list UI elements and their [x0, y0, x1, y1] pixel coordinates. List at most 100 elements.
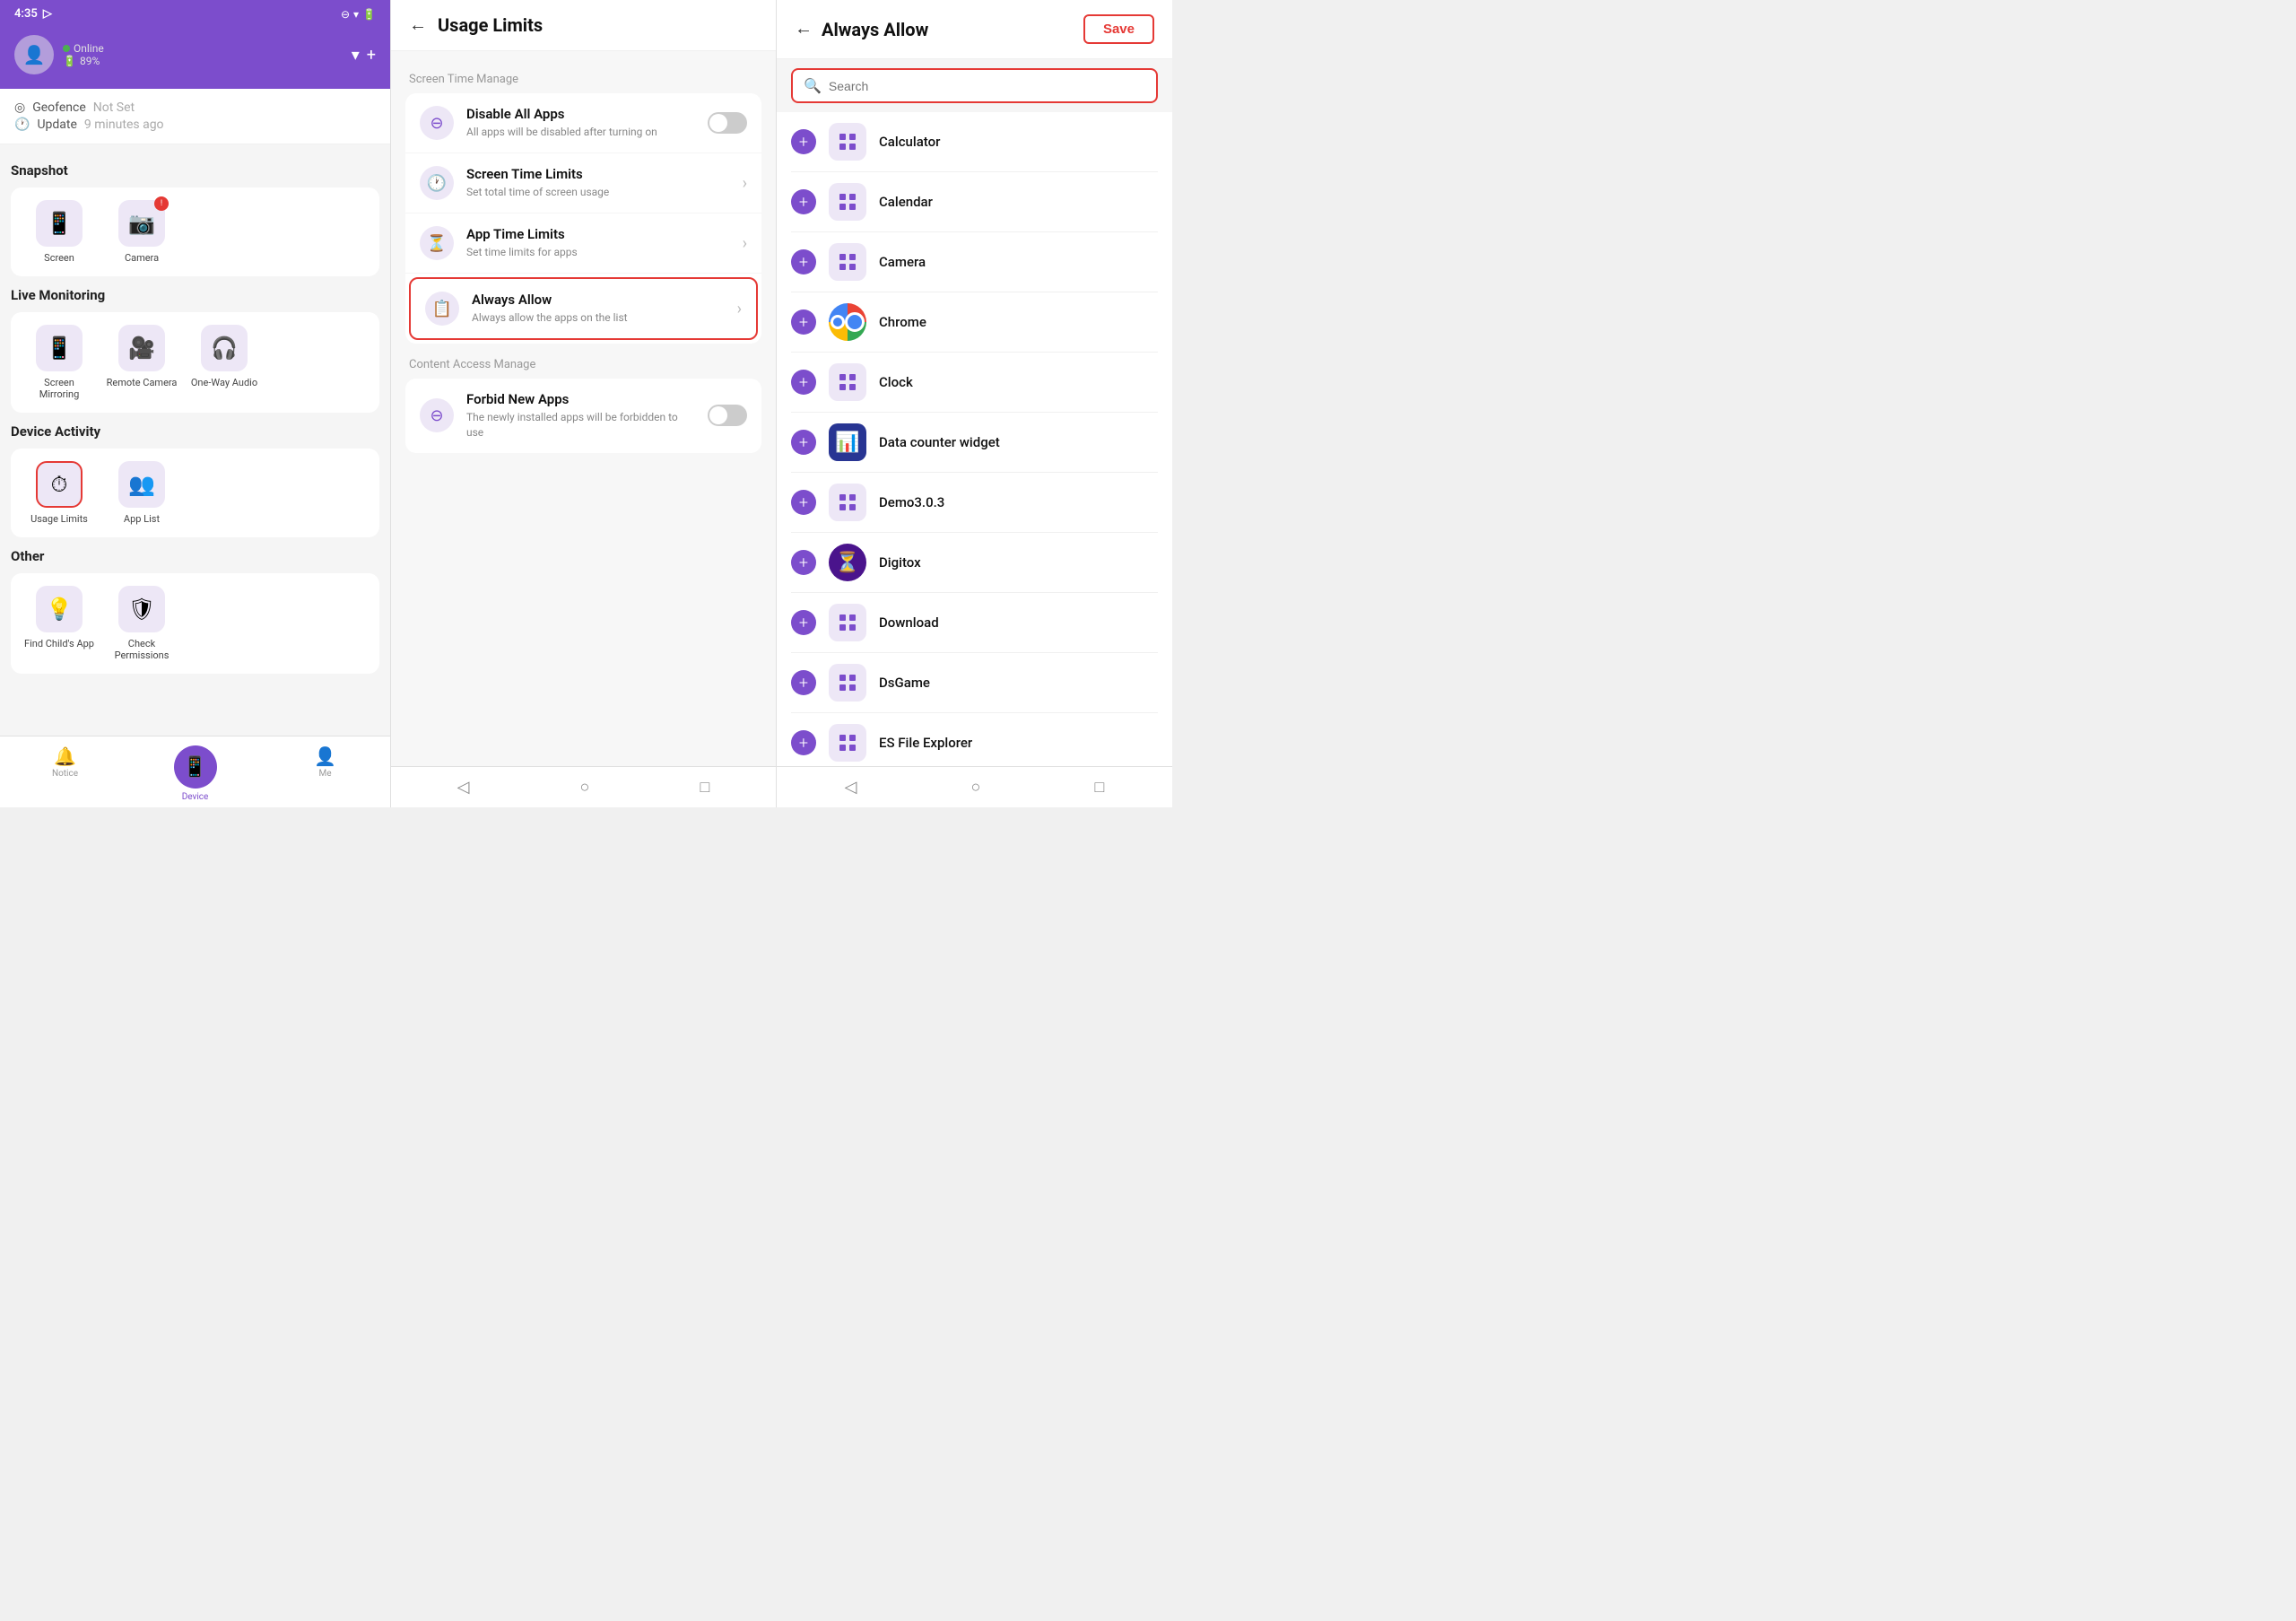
disable-all-icon: ⊖ [420, 106, 454, 140]
nav-notice[interactable]: 🔔 Notice [0, 745, 130, 802]
other-grid: 💡 Find Child's App 🛡 Check Permissions [23, 586, 367, 661]
app-list-item[interactable]: 👥 App List [106, 461, 178, 525]
app-item[interactable]: +Download [791, 593, 1158, 653]
screen-time-icon: 🕐 [420, 166, 454, 200]
middle-back-nav[interactable]: ◁ [457, 778, 470, 797]
always-allow-back-button[interactable]: ← [795, 19, 813, 39]
snapshot-card: 📱 Screen 📷 ! Camera [11, 187, 379, 276]
device-info-bar: ◎ Geofence Not Set 🕐 Update 9 minutes ag… [0, 89, 390, 144]
user-bar-actions[interactable]: ▾ + [352, 46, 376, 65]
add-app-button[interactable]: + [791, 309, 816, 335]
app-name-label: DsGame [879, 675, 930, 691]
search-input[interactable] [829, 79, 1145, 93]
middle-home-nav[interactable]: ○ [580, 778, 590, 797]
app-name-label: Digitox [879, 554, 921, 571]
camera-badge: ! [154, 196, 169, 211]
add-icon[interactable]: + [367, 46, 376, 65]
screen-time-desc: Set total time of screen usage [466, 185, 730, 200]
app-icon [829, 664, 866, 702]
forbid-toggle[interactable] [708, 405, 747, 426]
app-name-label: ES File Explorer [879, 735, 972, 751]
disable-all-toggle[interactable] [708, 112, 747, 134]
screen-time-limits-item[interactable]: 🕐 Screen Time Limits Set total time of s… [405, 153, 761, 214]
app-icon [829, 724, 866, 762]
app-icon [829, 303, 866, 341]
usage-limits-title: Usage Limits [438, 14, 543, 36]
app-item[interactable]: + DsGame [791, 653, 1158, 713]
app-time-text: App Time Limits Set time limits for apps [466, 226, 730, 260]
always-allow-title: Always Allow [472, 292, 725, 308]
other-title: Other [11, 548, 379, 564]
forbid-new-apps-item[interactable]: ⊖ Forbid New Apps The newly installed ap… [405, 379, 761, 453]
notice-label: Notice [52, 769, 78, 779]
middle-recent-nav[interactable]: □ [700, 778, 710, 797]
add-app-button[interactable]: + [791, 610, 816, 635]
app-item[interactable]: + Clock [791, 353, 1158, 413]
app-item[interactable]: +Calendar [791, 172, 1158, 232]
camera-icon-box: 📷 ! [118, 200, 165, 247]
battery-icon: 🔋 [362, 8, 376, 21]
app-name-label: Chrome [879, 314, 926, 330]
live-monitoring-title: Live Monitoring [11, 287, 379, 303]
notice-icon: 🔔 [54, 745, 76, 767]
dropdown-icon[interactable]: ▾ [352, 46, 360, 65]
usage-limits-label: Usage Limits [30, 513, 88, 525]
snapshot-title: Snapshot [11, 162, 379, 179]
forbid-title: Forbid New Apps [466, 391, 695, 407]
snapshot-camera[interactable]: 📷 ! Camera [106, 200, 178, 264]
add-app-button[interactable]: + [791, 370, 816, 395]
app-item[interactable]: +Calculator [791, 112, 1158, 172]
app-item[interactable]: +Demo3.0.3 [791, 473, 1158, 533]
usage-limits-back-button[interactable]: ← [409, 15, 427, 36]
add-app-button[interactable]: + [791, 550, 816, 575]
add-app-button[interactable]: + [791, 129, 816, 154]
screen-mirroring[interactable]: 📱 Screen Mirroring [23, 325, 95, 400]
remote-camera[interactable]: 🎥 Remote Camera [106, 325, 178, 400]
live-monitoring-card: 📱 Screen Mirroring 🎥 Remote Camera 🎧 One… [11, 312, 379, 413]
online-status: Online [63, 42, 343, 55]
app-time-title: App Time Limits [466, 226, 730, 242]
screen-mirroring-icon: 📱 [36, 325, 83, 371]
content-access-card: ⊖ Forbid New Apps The newly installed ap… [405, 379, 761, 453]
app-item[interactable]: +📊Data counter widget [791, 413, 1158, 473]
app-time-limits-item[interactable]: ⏳ App Time Limits Set time limits for ap… [405, 214, 761, 274]
always-allow-item[interactable]: 📋 Always Allow Always allow the apps on … [409, 277, 758, 340]
find-childs-app[interactable]: 💡 Find Child's App [23, 586, 95, 661]
nav-me[interactable]: 👤 Me [260, 745, 390, 802]
app-name-label: Clock [879, 374, 913, 390]
online-dot [63, 45, 70, 52]
one-way-audio[interactable]: 🎧 One-Way Audio [188, 325, 260, 400]
right-back-nav[interactable]: ◁ [845, 778, 857, 797]
save-button[interactable]: Save [1083, 14, 1154, 44]
add-app-button[interactable]: + [791, 730, 816, 755]
add-app-button[interactable]: + [791, 430, 816, 455]
add-app-button[interactable]: + [791, 249, 816, 275]
disable-all-apps-item[interactable]: ⊖ Disable All Apps All apps will be disa… [405, 93, 761, 153]
app-icon [829, 604, 866, 641]
always-allow-arrow: › [737, 300, 742, 318]
app-icon [829, 123, 866, 161]
app-item[interactable]: + ES File Explorer [791, 713, 1158, 766]
right-recent-nav[interactable]: □ [1095, 778, 1105, 797]
app-item[interactable]: + ⏳ Digitox [791, 533, 1158, 593]
search-bar: 🔍 [791, 68, 1158, 103]
device-activity-card: ⏱ Usage Limits 👥 App List [11, 449, 379, 537]
disable-all-desc: All apps will be disabled after turning … [466, 125, 695, 140]
app-icon: ⏳ [829, 544, 866, 581]
right-home-nav[interactable]: ○ [971, 778, 981, 797]
app-name-label: Data counter widget [879, 434, 1000, 450]
status-bar: 4:35 ▷ ⊖ ▾ 🔋 [0, 0, 390, 28]
snapshot-screen[interactable]: 📱 Screen [23, 200, 95, 264]
add-app-button[interactable]: + [791, 670, 816, 695]
app-item[interactable]: +Camera [791, 232, 1158, 292]
add-app-button[interactable]: + [791, 490, 816, 515]
app-item[interactable]: + Chrome [791, 292, 1158, 353]
screen-mirroring-label: Screen Mirroring [23, 377, 95, 400]
app-list: +Calculator+Calendar+Camera+Chrome+Clock… [777, 112, 1172, 766]
add-app-button[interactable]: + [791, 189, 816, 214]
usage-limits-item[interactable]: ⏱ Usage Limits [23, 461, 95, 525]
check-permissions[interactable]: 🛡 Check Permissions [106, 586, 178, 661]
play-icon: ▷ [43, 7, 52, 21]
app-time-desc: Set time limits for apps [466, 245, 730, 260]
nav-device[interactable]: 📱 Device [130, 745, 260, 802]
